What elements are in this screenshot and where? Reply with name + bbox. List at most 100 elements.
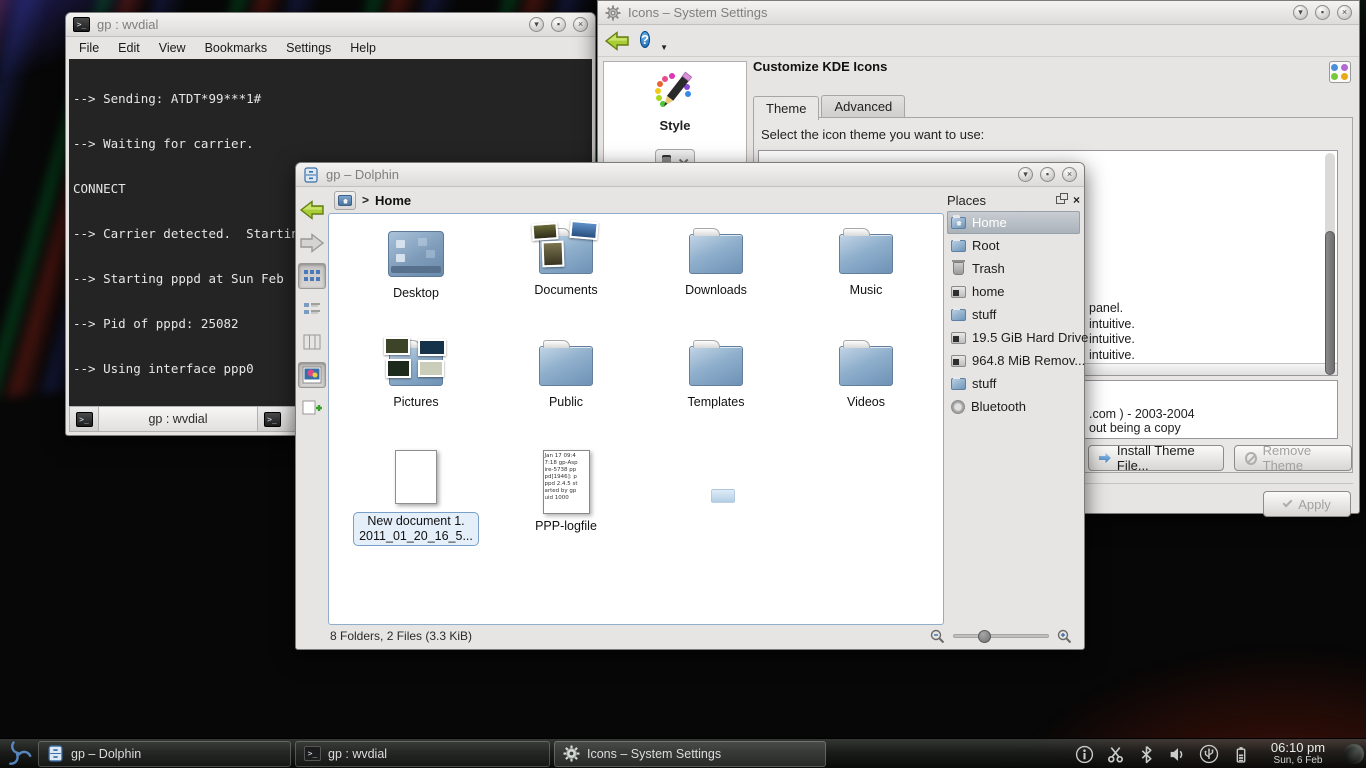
close-button[interactable]: ×: [573, 17, 588, 32]
zoom-slider[interactable]: [953, 634, 1049, 638]
place-item-removable[interactable]: 964.8 MiB Remov...: [947, 349, 1080, 372]
breadcrumb-location[interactable]: Home: [375, 193, 411, 208]
removable-drive-icon: [951, 355, 966, 367]
sidebar-item-style[interactable]: Style: [604, 62, 746, 139]
info-icon[interactable]: [1075, 745, 1094, 764]
overview-grid-icon[interactable]: [1329, 61, 1351, 83]
zoom-slider-thumb[interactable]: [978, 630, 991, 643]
tab-advanced[interactable]: Advanced: [821, 95, 905, 119]
minimize-button[interactable]: ▾: [1018, 167, 1033, 182]
folder-item-templates[interactable]: Templates: [641, 332, 791, 444]
close-panel-icon[interactable]: ×: [1073, 193, 1080, 207]
maximize-button[interactable]: ▪: [1315, 5, 1330, 20]
icons-view-button[interactable]: [298, 263, 326, 289]
menu-view[interactable]: View: [159, 41, 186, 55]
place-item-hard-drive[interactable]: 19.5 GiB Hard Drive: [947, 326, 1080, 349]
install-arrow-icon: [1099, 453, 1111, 463]
home-folder-icon: [951, 217, 966, 229]
folder-label: Desktop: [393, 286, 439, 301]
task-system-settings[interactable]: Icons – System Settings: [554, 741, 826, 767]
minimize-button[interactable]: ▾: [1293, 5, 1308, 20]
menu-bookmarks[interactable]: Bookmarks: [205, 41, 268, 55]
split-view-button[interactable]: [298, 395, 326, 421]
logfile-preview-text: Jan 17 09:4 7:18 gp-Asp ire-5738 pp pd[1…: [545, 453, 588, 502]
dolphin-file-view[interactable]: Desktop Documents Downloads Music: [328, 213, 944, 625]
scrollbar-thumb[interactable]: [1325, 231, 1335, 375]
folder-item-music[interactable]: Music: [791, 220, 941, 332]
breadcrumb-home-button[interactable]: [334, 191, 356, 210]
bluetooth-icon[interactable]: [1137, 745, 1156, 764]
maximize-button[interactable]: ▪: [1040, 167, 1055, 182]
folder-item-pictures[interactable]: Pictures: [341, 332, 491, 444]
menu-help[interactable]: Help: [350, 41, 376, 55]
back-arrow-icon: [604, 30, 630, 52]
folder-label: Downloads: [685, 283, 747, 298]
folder-icon: [539, 346, 593, 386]
detach-panel-icon[interactable]: [1056, 196, 1065, 204]
zoom-controls: [930, 629, 1072, 644]
scrollbar[interactable]: [1325, 153, 1335, 373]
folder-item-public[interactable]: Public: [491, 332, 641, 444]
install-theme-button[interactable]: Install Theme File...: [1088, 445, 1224, 471]
file-item-new-document[interactable]: New document 1. 2011_01_20_16_5...: [341, 444, 491, 556]
columns-view-button[interactable]: [298, 329, 326, 355]
close-button[interactable]: ×: [1062, 167, 1077, 182]
details-view-button[interactable]: [298, 296, 326, 322]
clipboard-scissors-icon[interactable]: [1106, 745, 1125, 764]
task-label: gp : wvdial: [328, 747, 387, 761]
terminal-tab[interactable]: gp : wvdial: [98, 407, 258, 431]
columns-view-icon: [303, 334, 321, 350]
documents-folder-icon: [539, 234, 593, 274]
place-item-home-partition[interactable]: home: [947, 280, 1080, 303]
place-item-trash[interactable]: Trash: [947, 257, 1080, 280]
terminal-titlebar[interactable]: >_ gp : wvdial ▾ ▪ ×: [66, 13, 595, 37]
zoom-in-icon[interactable]: [1057, 629, 1072, 644]
tab-theme[interactable]: Theme: [753, 96, 819, 120]
place-item-bluetooth[interactable]: Bluetooth: [947, 395, 1080, 418]
folder-item-downloads[interactable]: Downloads: [641, 220, 791, 332]
remove-theme-button[interactable]: Remove Theme: [1234, 445, 1352, 471]
trash-icon: [953, 262, 964, 275]
volume-icon[interactable]: [1168, 745, 1187, 764]
folder-item-desktop[interactable]: Desktop: [341, 220, 491, 332]
system-settings-titlebar[interactable]: Icons – System Settings ▾ ▪ ×: [598, 1, 1359, 25]
close-button[interactable]: ×: [1337, 5, 1352, 20]
device-notifier-usb-icon[interactable]: [1199, 744, 1219, 764]
app-launcher-button[interactable]: [0, 739, 36, 768]
task-dolphin[interactable]: gp – Dolphin: [38, 741, 291, 767]
task-terminal[interactable]: >_ gp : wvdial: [295, 741, 550, 767]
place-item-stuff2[interactable]: stuff: [947, 372, 1080, 395]
menu-file[interactable]: File: [79, 41, 99, 55]
place-item-stuff[interactable]: stuff: [947, 303, 1080, 326]
folder-item-videos[interactable]: Videos: [791, 332, 941, 444]
terminal-icon: >_: [304, 746, 321, 761]
back-button[interactable]: [298, 197, 326, 223]
maximize-button[interactable]: ▪: [551, 17, 566, 32]
new-tab-button[interactable]: >_: [70, 407, 98, 431]
tab-list-button[interactable]: >_: [258, 407, 286, 431]
forward-button[interactable]: [298, 230, 326, 256]
minimize-button[interactable]: ▾: [529, 17, 544, 32]
photo-thumbnail: [386, 359, 411, 378]
folder-item-documents[interactable]: Documents: [491, 220, 641, 332]
place-label: home: [972, 284, 1005, 299]
dolphin-titlebar[interactable]: gp – Dolphin ▾ ▪ ×: [296, 163, 1084, 187]
battery-icon[interactable]: [1231, 745, 1250, 764]
help-button[interactable]: ? ▼: [640, 30, 662, 52]
photo-thumbnail: [542, 241, 565, 268]
folder-label: Videos: [847, 395, 885, 410]
clock[interactable]: 06:10 pm Sun, 6 Feb: [1254, 741, 1342, 767]
place-item-home[interactable]: Home: [947, 211, 1080, 234]
terminal-icon: >_: [264, 412, 281, 427]
zoom-out-icon[interactable]: [930, 629, 945, 644]
place-item-root[interactable]: Root: [947, 234, 1080, 257]
terminal-tab-label: gp : wvdial: [148, 412, 207, 426]
menu-settings[interactable]: Settings: [286, 41, 331, 55]
preview-button[interactable]: [298, 362, 326, 388]
panel-toolbox-cashew[interactable]: [1344, 744, 1364, 764]
back-button[interactable]: [604, 30, 630, 52]
system-tray: [1075, 739, 1250, 768]
menu-edit[interactable]: Edit: [118, 41, 140, 55]
file-item-ppp-logfile[interactable]: Jan 17 09:4 7:18 gp-Asp ire-5738 pp pd[1…: [491, 444, 641, 556]
apply-button[interactable]: Apply: [1263, 491, 1351, 517]
